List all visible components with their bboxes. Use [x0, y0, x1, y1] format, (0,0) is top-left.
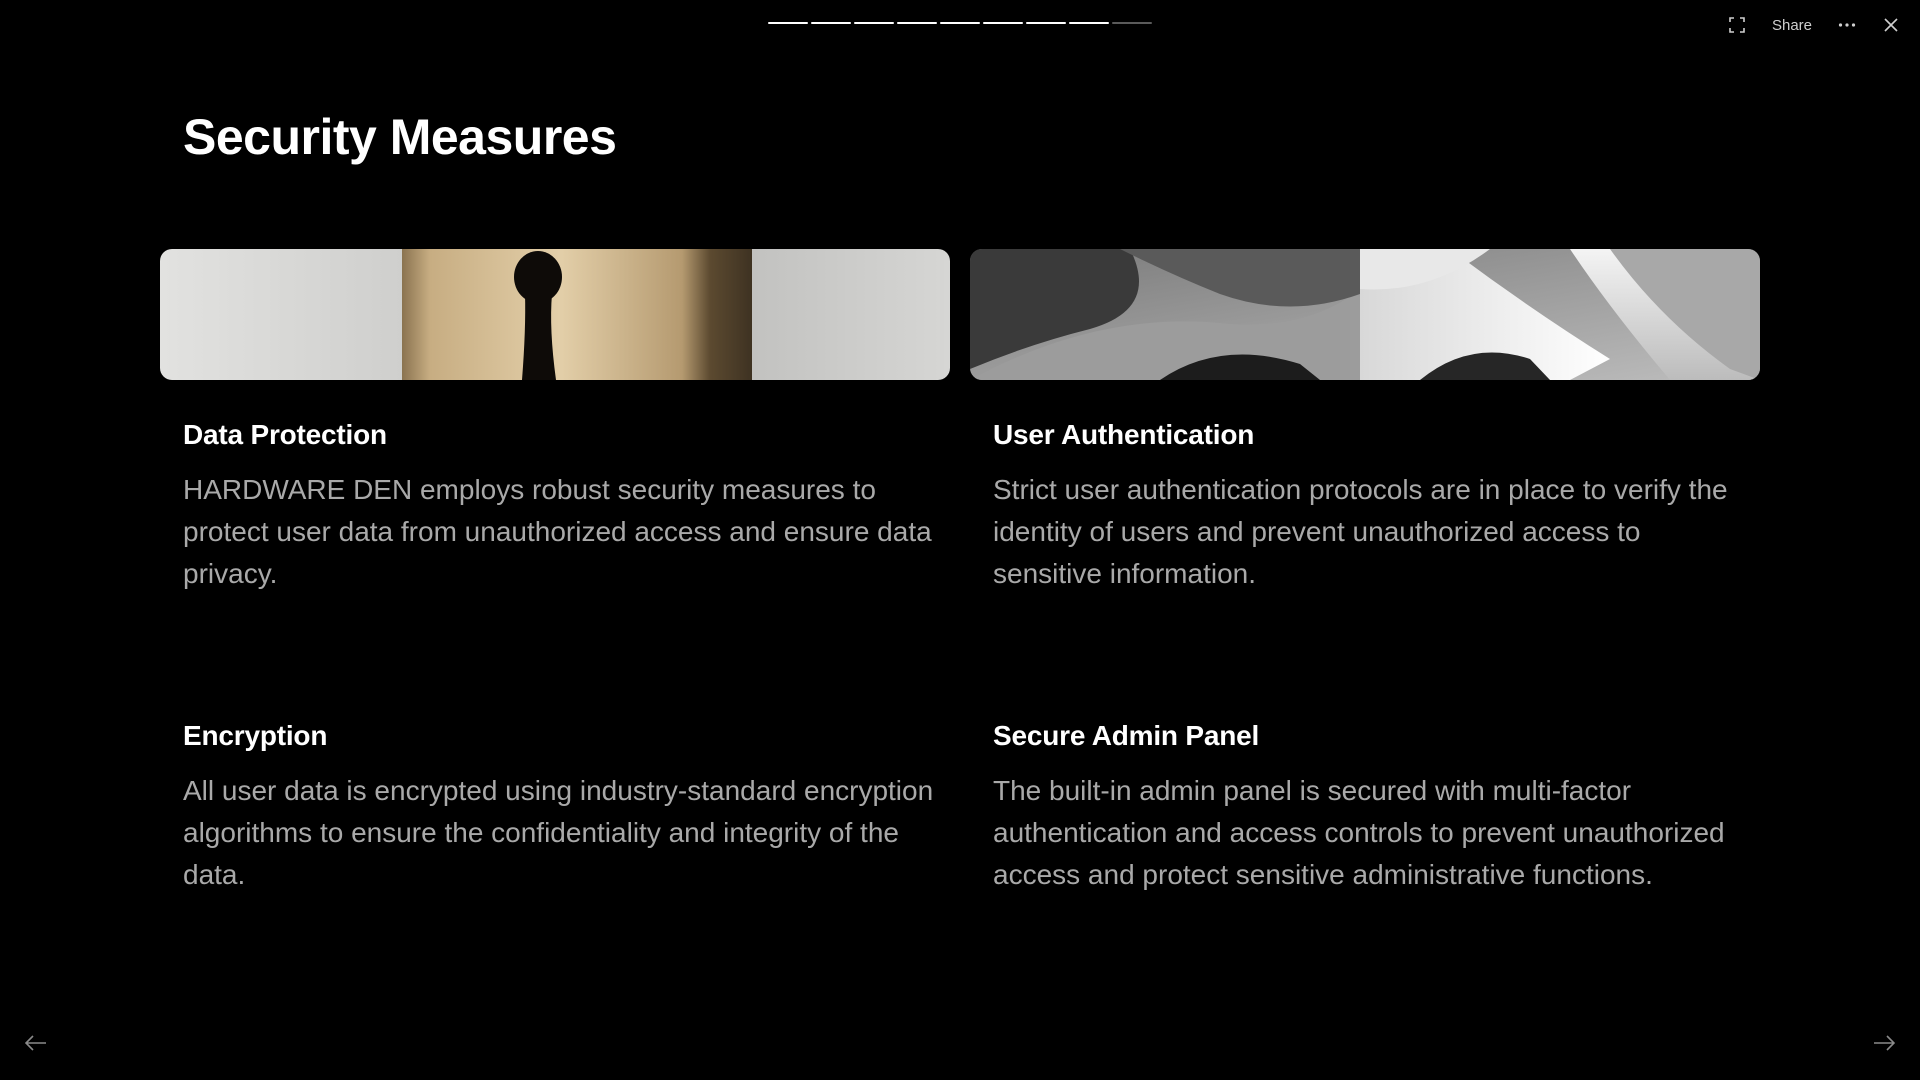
more-button[interactable]: [1832, 10, 1862, 40]
section-heading: User Authentication: [993, 419, 1255, 450]
share-button[interactable]: Share: [1766, 10, 1818, 40]
slide-title: Security Measures: [183, 109, 617, 165]
presentation-stage: Share Security Measures Data Protection …: [0, 0, 1920, 1080]
keyhole-image: [160, 249, 950, 380]
progress-segment: [811, 22, 851, 24]
section-data-protection: Data Protection HARDWARE DEN employs rob…: [183, 419, 943, 595]
fullscreen-button[interactable]: [1722, 10, 1752, 40]
close-button[interactable]: [1876, 10, 1906, 40]
progress-segment: [940, 22, 980, 24]
more-icon: [1838, 22, 1856, 28]
section-heading: Secure Admin Panel: [993, 720, 1260, 751]
section-encryption: Encryption All user data is encrypted us…: [183, 720, 943, 896]
progress-segment: [897, 22, 937, 24]
close-icon: [1884, 18, 1898, 32]
fullscreen-icon: [1728, 16, 1746, 34]
section-body: All user data is encrypted using industr…: [183, 775, 934, 890]
progress-segment: [854, 22, 894, 24]
section-body: Strict user authentication protocols are…: [993, 474, 1728, 589]
next-slide-button[interactable]: [1869, 1030, 1899, 1060]
arrow-right-icon: [1873, 1034, 1896, 1056]
section-heading: Encryption: [183, 720, 328, 751]
progress-segment: [768, 22, 808, 24]
progress-segment: [1026, 22, 1066, 24]
section-secure-admin-panel: Secure Admin Panel The built-in admin pa…: [993, 720, 1753, 896]
section-body: The built-in admin panel is secured with…: [993, 775, 1725, 890]
progress-segment: [983, 22, 1023, 24]
previous-slide-button[interactable]: [21, 1030, 51, 1060]
share-label: Share: [1771, 16, 1812, 34]
section-user-authentication: User Authentication Strict user authenti…: [993, 419, 1753, 595]
toolbar: Share: [1722, 10, 1906, 40]
progress-segment: [1112, 22, 1152, 24]
arrow-left-icon: [24, 1034, 47, 1056]
section-body: HARDWARE DEN employs robust security mea…: [183, 474, 932, 589]
slide-progress-bar: [768, 22, 1152, 24]
abstract-sculpture-image: [970, 249, 1760, 380]
progress-segment: [1069, 22, 1109, 24]
section-heading: Data Protection: [183, 419, 387, 450]
